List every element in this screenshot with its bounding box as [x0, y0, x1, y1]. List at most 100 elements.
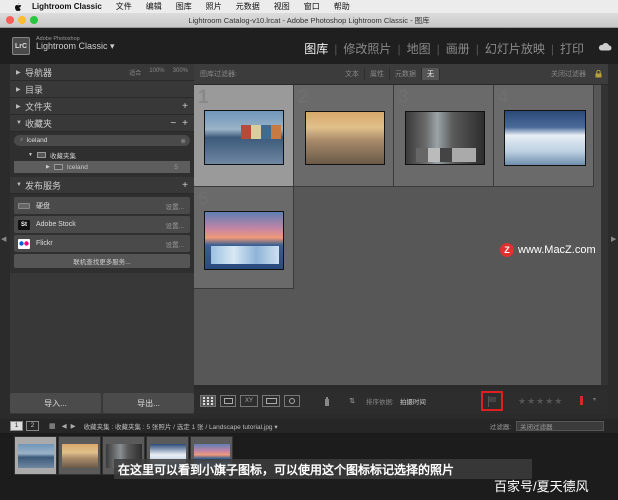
collection-row-iceland[interactable]: ▶ Iceland 5 — [14, 161, 190, 173]
collapse-triangle-icon: ▼ — [16, 120, 22, 126]
watermark-site-text: www.MacZ.com — [518, 244, 596, 256]
add-collection-icon[interactable]: + — [182, 118, 188, 129]
clear-filter-icon[interactable]: ⊗ — [181, 137, 186, 145]
filter-tab-metadata[interactable]: 元数据 — [390, 68, 422, 80]
filmstrip-source-path[interactable]: 收藏夹集 : 收藏夹集 : 5 张照片 / 选定 1 张 / Landscape… — [84, 421, 278, 431]
compare-view-button[interactable]: XY — [240, 395, 258, 407]
maximize-window-button[interactable] — [30, 16, 38, 24]
module-develop[interactable]: 修改照片 — [337, 40, 397, 57]
forward-arrow-icon[interactable]: ▶ — [71, 422, 76, 430]
publish-service-flickr[interactable]: Flickr 设置... — [14, 235, 190, 252]
service-name: Flickr — [36, 240, 53, 247]
export-button[interactable]: 导出... — [103, 393, 194, 413]
photo-thumbnail[interactable] — [305, 111, 385, 165]
module-print[interactable]: 打印 — [554, 40, 590, 57]
left-panel-toggle-icon[interactable]: ◀ — [1, 235, 7, 243]
author-watermark: 百家号/夏天德风 — [494, 479, 589, 494]
grid-view-icon — [203, 397, 213, 405]
photo-thumbnail[interactable] — [405, 111, 485, 165]
grid-scrollbar[interactable] — [601, 85, 608, 385]
color-label-red[interactable] — [580, 396, 583, 405]
module-slideshow[interactable]: 幻灯片放映 — [479, 40, 551, 57]
grid-cell-3[interactable]: 3 — [394, 85, 494, 187]
zoom-100[interactable]: 100% — [149, 68, 164, 77]
import-button[interactable]: 导入... — [10, 393, 101, 413]
primary-window-button[interactable]: 1 — [10, 421, 23, 431]
loupe-view-button[interactable] — [220, 395, 236, 407]
menu-view[interactable]: 视图 — [274, 1, 290, 12]
filmstrip-filter-select[interactable]: 关闭过滤器 — [516, 421, 604, 431]
star-rating[interactable]: ★★★★★ — [518, 396, 563, 407]
grid-cell-1[interactable]: 1 — [194, 85, 294, 187]
survey-view-button[interactable] — [262, 395, 280, 407]
collection-set-row[interactable]: ▼ 收藏夹集 — [14, 149, 190, 161]
filter-preset-select[interactable]: 关闭过滤器 — [551, 69, 586, 79]
filmstrip-filter: 过滤器: 关闭过滤器 — [490, 421, 604, 431]
navigator-zoom-options: 适合 100% 300% — [129, 68, 188, 77]
filmstrip-thumb-2[interactable] — [58, 436, 101, 475]
catalog-panel-header[interactable]: ▶ 目录 — [10, 81, 194, 98]
navigator-panel-header[interactable]: ▶ 导航器 适合 100% 300% — [10, 64, 194, 81]
sort-value-select[interactable]: 拍摄时间 — [400, 396, 426, 406]
search-icon: ⌕ — [20, 137, 24, 143]
photo-thumbnail[interactable] — [504, 110, 586, 166]
publish-service-harddrive[interactable]: 硬盘 设置... — [14, 197, 190, 214]
secondary-window-button[interactable]: 2 — [26, 421, 39, 431]
people-view-button[interactable] — [284, 395, 300, 407]
cloud-sync-icon[interactable] — [598, 43, 612, 51]
service-setup-button[interactable]: 设置... — [166, 201, 184, 211]
filter-tab-attribute[interactable]: 属性 — [365, 68, 390, 80]
lock-icon[interactable] — [595, 70, 602, 78]
library-toolbar: XY ⇅ 排序依据: 拍摄时间 ★★★★★ ▾ — [194, 389, 608, 413]
toolbar-menu-icon[interactable]: ▾ — [593, 396, 596, 403]
menu-file[interactable]: 文件 — [116, 1, 132, 12]
collection-filter-input[interactable]: ⌕ Iceland ⊗ — [14, 135, 190, 146]
service-setup-button[interactable]: 设置... — [166, 239, 184, 249]
brand-text[interactable]: Adobe Photoshop Lightroom Classic ▾ — [36, 36, 115, 52]
menu-photo[interactable]: 照片 — [206, 1, 222, 12]
right-panel-toggle-icon[interactable]: ▶ — [611, 235, 617, 243]
grid-icon[interactable]: ▦ — [49, 422, 56, 430]
back-arrow-icon[interactable]: ◀ — [62, 422, 67, 430]
menu-metadata[interactable]: 元数据 — [236, 1, 260, 12]
zoom-fit[interactable]: 适合 — [129, 68, 141, 77]
apple-icon[interactable] — [12, 2, 22, 12]
filmstrip-image — [18, 444, 54, 468]
collections-panel-header[interactable]: ▼ 收藏夹 − + — [10, 115, 194, 132]
filter-label: 过滤器: — [489, 424, 511, 431]
module-book[interactable]: 画册 — [440, 40, 476, 57]
sort-direction-button[interactable]: ⇅ — [344, 395, 360, 407]
module-library[interactable]: 图库 — [304, 40, 334, 57]
publish-panel-header[interactable]: ▼ 发布服务 + — [10, 177, 194, 194]
filmstrip-thumb-1[interactable] — [14, 436, 57, 475]
photo-thumbnail[interactable] — [204, 211, 284, 270]
menu-help[interactable]: 帮助 — [334, 1, 350, 12]
close-window-button[interactable] — [6, 16, 14, 24]
collapse-collections-icon[interactable]: − — [170, 118, 176, 129]
publish-service-adobe-stock[interactable]: St Adobe Stock 设置... — [14, 216, 190, 233]
add-publish-service-icon[interactable]: + — [182, 180, 188, 191]
folders-panel-header[interactable]: ▶ 文件夹 + — [10, 98, 194, 115]
grid-cell-2[interactable]: 2 — [294, 85, 394, 187]
spray-can-button[interactable] — [322, 395, 332, 407]
menubar-app-name[interactable]: Lightroom Classic — [32, 2, 102, 11]
menu-library[interactable]: 图库 — [176, 1, 192, 12]
grid-cell-4[interactable]: 4 — [494, 85, 594, 187]
filter-tab-text[interactable]: 文本 — [340, 68, 365, 80]
flag-button[interactable] — [481, 391, 503, 411]
menu-window[interactable]: 窗口 — [304, 1, 320, 12]
zoom-300[interactable]: 300% — [173, 68, 188, 77]
filter-tab-none[interactable]: 无 — [422, 68, 440, 80]
window-titlebar: Lightroom Catalog-v10.lrcat - Adobe Phot… — [0, 13, 618, 28]
add-folder-icon[interactable]: + — [182, 101, 188, 112]
photo-thumbnail[interactable] — [204, 110, 284, 165]
service-setup-button[interactable]: 设置... — [166, 220, 184, 230]
find-more-services-button[interactable]: 联机查找更多服务... — [14, 254, 190, 268]
menu-edit[interactable]: 编辑 — [146, 1, 162, 12]
grid-view-button[interactable] — [200, 395, 216, 407]
collapse-triangle-icon: ▼ — [16, 182, 22, 188]
minimize-window-button[interactable] — [18, 16, 26, 24]
grid-cell-5[interactable]: 5 — [194, 187, 294, 289]
collection-count: 5 — [174, 163, 178, 171]
module-map[interactable]: 地图 — [401, 40, 437, 57]
